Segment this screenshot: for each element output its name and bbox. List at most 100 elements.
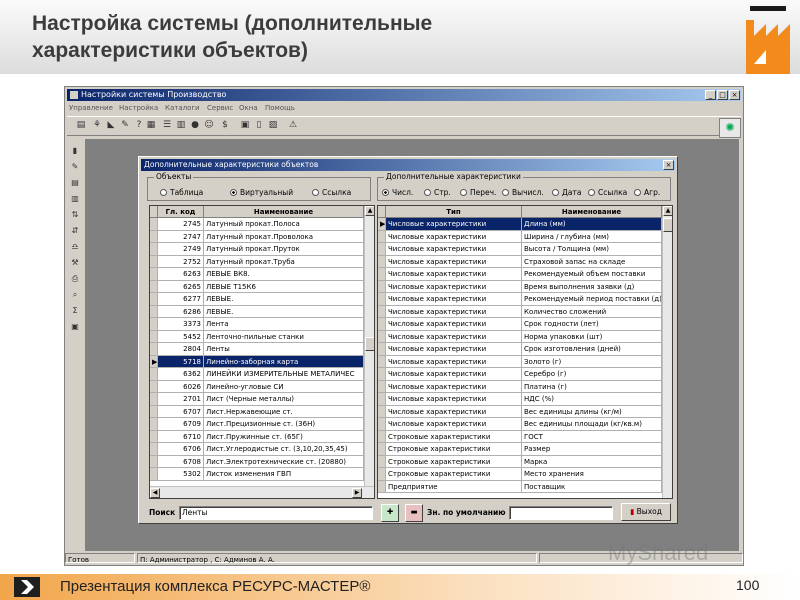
menu-service[interactable]: Сервис	[207, 102, 233, 114]
row-indicator[interactable]	[150, 405, 158, 418]
grid-icon[interactable]: ▦	[145, 119, 157, 131]
scroll-left-icon[interactable]: ◀	[150, 488, 160, 498]
table-row[interactable]: 5452 Ленточно-пильные станки	[150, 330, 364, 343]
table-row[interactable]: 6026 Линейно-угловые СИ	[150, 380, 364, 393]
row-indicator[interactable]	[378, 230, 386, 243]
table-row[interactable]: 6710 Лист.Пружинные ст. (65Г)	[150, 430, 364, 443]
table-row[interactable]: Числовые характеристики Рекомендуемый объ…	[378, 268, 662, 281]
row-indicator[interactable]	[150, 380, 158, 393]
row-indicator[interactable]	[378, 393, 386, 406]
table-row[interactable]: ▶ Числовые характеристики Длина (мм)	[378, 218, 662, 231]
exit-button[interactable]: ▮ Выход	[621, 503, 671, 521]
warning-icon[interactable]: ⚠	[287, 119, 299, 131]
row-indicator[interactable]	[378, 380, 386, 393]
smiley-icon[interactable]: ☺	[203, 119, 215, 131]
characteristics-table[interactable]: Тип Наименование ▶ Числовые характеристик…	[377, 205, 673, 499]
tree-icon[interactable]: ⚘	[91, 119, 103, 131]
table-row[interactable]: 6706 Лист.Углеродистые ст. (3,10,20,35,45…	[150, 443, 364, 456]
row-indicator[interactable]	[150, 430, 158, 443]
col-header-type[interactable]: Тип	[386, 206, 522, 218]
table-row[interactable]: Числовые характеристики Рекомендуемый пер…	[378, 293, 662, 306]
search-input[interactable]: Ленты	[179, 506, 373, 520]
delete-icon[interactable]: ▬	[405, 504, 423, 522]
sum-icon[interactable]: Σ	[69, 305, 81, 317]
row-indicator[interactable]	[150, 280, 158, 293]
minimize-button[interactable]: _	[705, 90, 716, 100]
row-indicator[interactable]	[150, 343, 158, 356]
panel-icon[interactable]: ▮	[69, 145, 81, 157]
menu-catalogs[interactable]: Каталоги	[165, 102, 200, 114]
table-row[interactable]: 6362 ЛИНЕЙКИ ИЗМЕРИТЕЛЬНЫЕ МЕТАЛИЧЕС	[150, 368, 364, 381]
scroll-right-icon[interactable]: ▶	[352, 488, 362, 498]
save-icon[interactable]: ▣	[239, 119, 251, 131]
table-row[interactable]: 6286 ЛЕВЫЕ.	[150, 305, 364, 318]
row-indicator[interactable]	[150, 455, 158, 468]
row-indicator[interactable]	[378, 405, 386, 418]
row-indicator[interactable]	[378, 255, 386, 268]
filter-icon[interactable]: ⇵	[69, 225, 81, 237]
row-indicator[interactable]	[378, 318, 386, 331]
row-indicator[interactable]	[378, 268, 386, 281]
radio-virtual[interactable]: Виртуальный	[230, 188, 293, 198]
row-indicator[interactable]	[378, 480, 386, 493]
col-header-code[interactable]: Гл. код	[158, 206, 204, 218]
table-row[interactable]: Числовые характеристики Ширина / глубина …	[378, 230, 662, 243]
col-header-name[interactable]: Наименование	[522, 206, 662, 218]
objects-hscroll[interactable]: ◀ ▶	[150, 486, 374, 498]
menu-windows[interactable]: Окна	[239, 102, 258, 114]
edit-doc-icon[interactable]: ✎	[69, 161, 81, 173]
default-value-input[interactable]	[509, 506, 613, 520]
table-row[interactable]: 6707 Лист.Нержавеющие ст.	[150, 405, 364, 418]
table-row[interactable]: Строковые характеристики Место хранения	[378, 468, 662, 481]
table-row[interactable]: Числовые характеристики Серебро (г)	[378, 368, 662, 381]
list-icon[interactable]: ☰	[161, 119, 173, 131]
row-indicator[interactable]	[378, 430, 386, 443]
table-row[interactable]: Числовые характеристики Время выполнения …	[378, 280, 662, 293]
table-row[interactable]: 2752 Латунный прокат.Труба	[150, 255, 364, 268]
radio-enum[interactable]: Переч.	[460, 188, 496, 198]
add-icon[interactable]: ✚	[381, 504, 399, 522]
row-indicator[interactable]	[150, 230, 158, 243]
table-row[interactable]: Числовые характеристики Платина (г)	[378, 380, 662, 393]
chart-icon[interactable]: ◣	[105, 119, 117, 131]
table-row[interactable]: Числовые характеристики НДС (%)	[378, 393, 662, 406]
row-indicator[interactable]	[378, 343, 386, 356]
tools-icon[interactable]: ⚒	[69, 257, 81, 269]
dollar-icon[interactable]: $	[219, 119, 231, 131]
table-row[interactable]: 6277 ЛЕВЫЕ.	[150, 293, 364, 306]
row-indicator[interactable]: ▶	[378, 218, 386, 231]
close-button[interactable]: ×	[729, 90, 740, 100]
preview-icon[interactable]: ⌕	[69, 289, 81, 301]
table-row[interactable]: Числовые характеристики Срок изготовления…	[378, 343, 662, 356]
image-icon[interactable]: ▨	[267, 119, 279, 131]
table-row[interactable]: Строковые характеристики ГОСТ	[378, 430, 662, 443]
report-icon[interactable]: ▥	[69, 193, 81, 205]
radio-numeric[interactable]: Числ.	[382, 188, 413, 198]
table-row[interactable]: 2804 Ленты	[150, 343, 364, 356]
menu-help[interactable]: Помощь	[265, 102, 295, 114]
row-indicator[interactable]	[378, 305, 386, 318]
row-indicator[interactable]	[150, 305, 158, 318]
row-indicator[interactable]	[378, 355, 386, 368]
row-indicator[interactable]	[150, 218, 158, 231]
row-indicator[interactable]	[150, 393, 158, 406]
row-indicator[interactable]	[150, 468, 158, 481]
form-icon[interactable]: ▤	[69, 177, 81, 189]
menu-manage[interactable]: Управление	[69, 102, 113, 114]
table-row[interactable]: Строковые характеристики Марка	[378, 455, 662, 468]
dialog-close-button[interactable]: ×	[663, 160, 674, 170]
page-icon[interactable]: ▯	[253, 119, 265, 131]
row-indicator[interactable]	[150, 330, 158, 343]
row-indicator[interactable]	[150, 318, 158, 331]
table-row[interactable]: 2749 Латунный прокат.Пруток	[150, 243, 364, 256]
binoculars-icon[interactable]: ♎	[69, 241, 81, 253]
row-indicator[interactable]: ▶	[150, 355, 158, 368]
sort-icon[interactable]: ⇅	[69, 209, 81, 221]
table-row[interactable]: 6709 Лист.Прецизионные ст. (36Н)	[150, 418, 364, 431]
table-row[interactable]: 6708 Лист.Электротехнические ст. (20880)	[150, 455, 364, 468]
radio-aggregate[interactable]: Агр.	[634, 188, 660, 198]
globe-icon[interactable]: ✺	[719, 118, 741, 138]
table-row[interactable]: Числовые характеристики Количество сложен…	[378, 305, 662, 318]
table-row[interactable]: Числовые характеристики Срок годности (ле…	[378, 318, 662, 331]
objects-table[interactable]: Гл. код Наименование 2745 Латунный прокат…	[149, 205, 375, 499]
